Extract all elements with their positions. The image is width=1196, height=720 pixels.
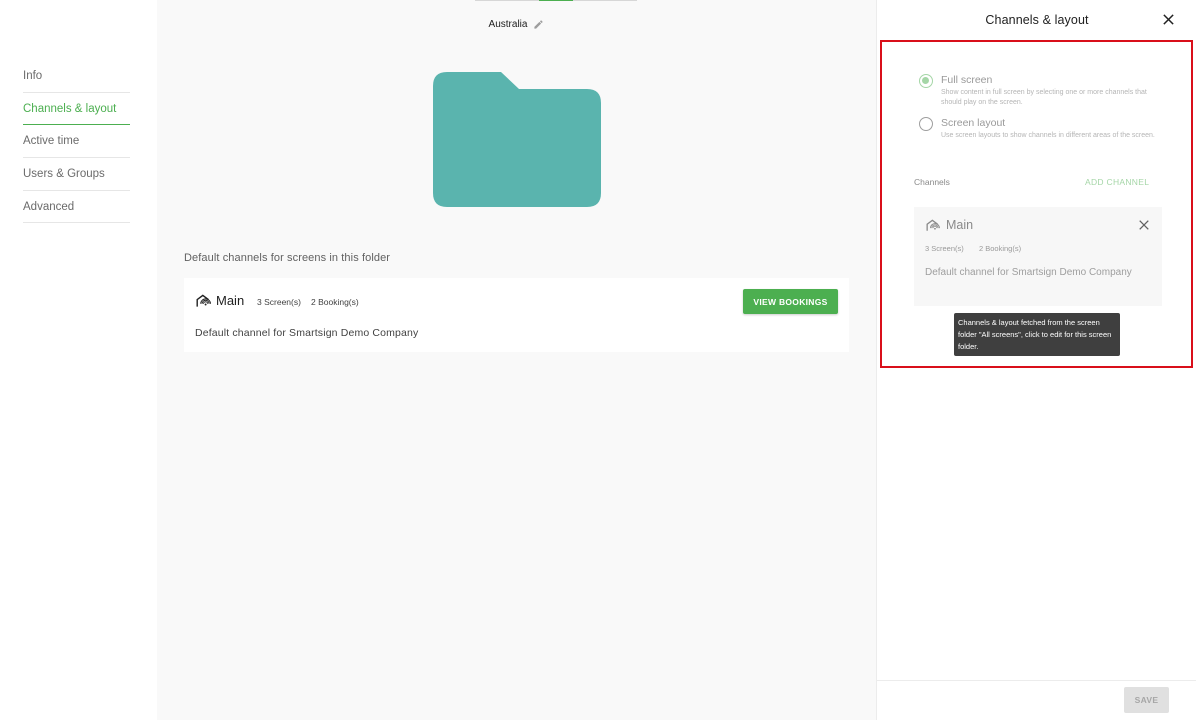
screen-layout-label: Screen layout	[941, 117, 1006, 129]
nav-item-channels-layout[interactable]: Channels & layout	[23, 93, 130, 126]
folder-icon	[433, 72, 601, 207]
inherited-settings-tooltip: Channels & layout fetched from the scree…	[954, 313, 1120, 356]
nav-item-users-groups[interactable]: Users & Groups	[23, 158, 130, 191]
settings-nav-list: Info Channels & layout Active time Users…	[23, 60, 130, 224]
save-button[interactable]: SAVE	[1124, 687, 1169, 713]
panel-title: Channels & layout	[985, 13, 1089, 27]
default-channels-label: Default channels for screens in this fol…	[184, 252, 391, 264]
channel-card: Main 3 Screen(s) 2 Booking(s) VIEW BOOKI…	[184, 278, 849, 352]
channel-icon	[926, 219, 940, 231]
channel-name[interactable]: Main	[216, 293, 244, 308]
main-content: Australia Default channels for screens i…	[157, 0, 876, 720]
top-tab-indicator	[539, 0, 573, 1]
channel-icon	[196, 294, 211, 307]
panel-channel-bookings: 2 Booking(s)	[979, 244, 1022, 253]
panel-channel-name: Main	[946, 218, 974, 232]
channel-description: Default channel for Smartsign Demo Compa…	[195, 327, 419, 339]
channel-screens-count: 3 Screen(s)	[257, 297, 301, 307]
nav-item-info[interactable]: Info	[23, 60, 130, 93]
panel-footer-divider	[877, 680, 1196, 681]
full-screen-option[interactable]: Full screen Show content in full screen …	[919, 74, 1166, 108]
add-channel-button[interactable]: ADD CHANNEL	[1085, 177, 1149, 187]
full-screen-label: Full screen	[941, 74, 993, 86]
panel-channel-description: Default channel for Smartsign Demo Compa…	[925, 267, 1132, 278]
panel-channel-card[interactable]: Main 3 Screen(s) 2 Booking(s) Default ch…	[914, 207, 1162, 306]
folder-title-row: Australia	[157, 19, 876, 30]
channels-label: Channels	[914, 177, 950, 187]
screen-layout-description: Use screen layouts to show channels in d…	[941, 132, 1155, 139]
close-icon[interactable]	[1162, 13, 1175, 26]
nav-item-active-time[interactable]: Active time	[23, 125, 130, 159]
remove-channel-icon[interactable]	[1138, 219, 1150, 231]
panel-channel-screens: 3 Screen(s)	[925, 244, 964, 253]
settings-nav: Info Channels & layout Active time Users…	[0, 0, 157, 720]
edit-pencil-icon[interactable]	[533, 19, 544, 30]
nav-item-advanced[interactable]: Advanced	[23, 191, 130, 224]
full-screen-radio[interactable]	[919, 74, 933, 88]
screen-layout-option[interactable]: Screen layout Use screen layouts to show…	[919, 117, 1166, 141]
view-bookings-button[interactable]: VIEW BOOKINGS	[743, 289, 838, 314]
full-screen-description: Show content in full screen by selecting…	[941, 89, 1147, 106]
folder-name: Australia	[488, 19, 528, 30]
channel-bookings-count: 2 Booking(s)	[311, 297, 359, 307]
channels-layout-panel: Channels & layout Full screen Show conte…	[876, 0, 1196, 720]
screen-layout-radio[interactable]	[919, 117, 933, 131]
